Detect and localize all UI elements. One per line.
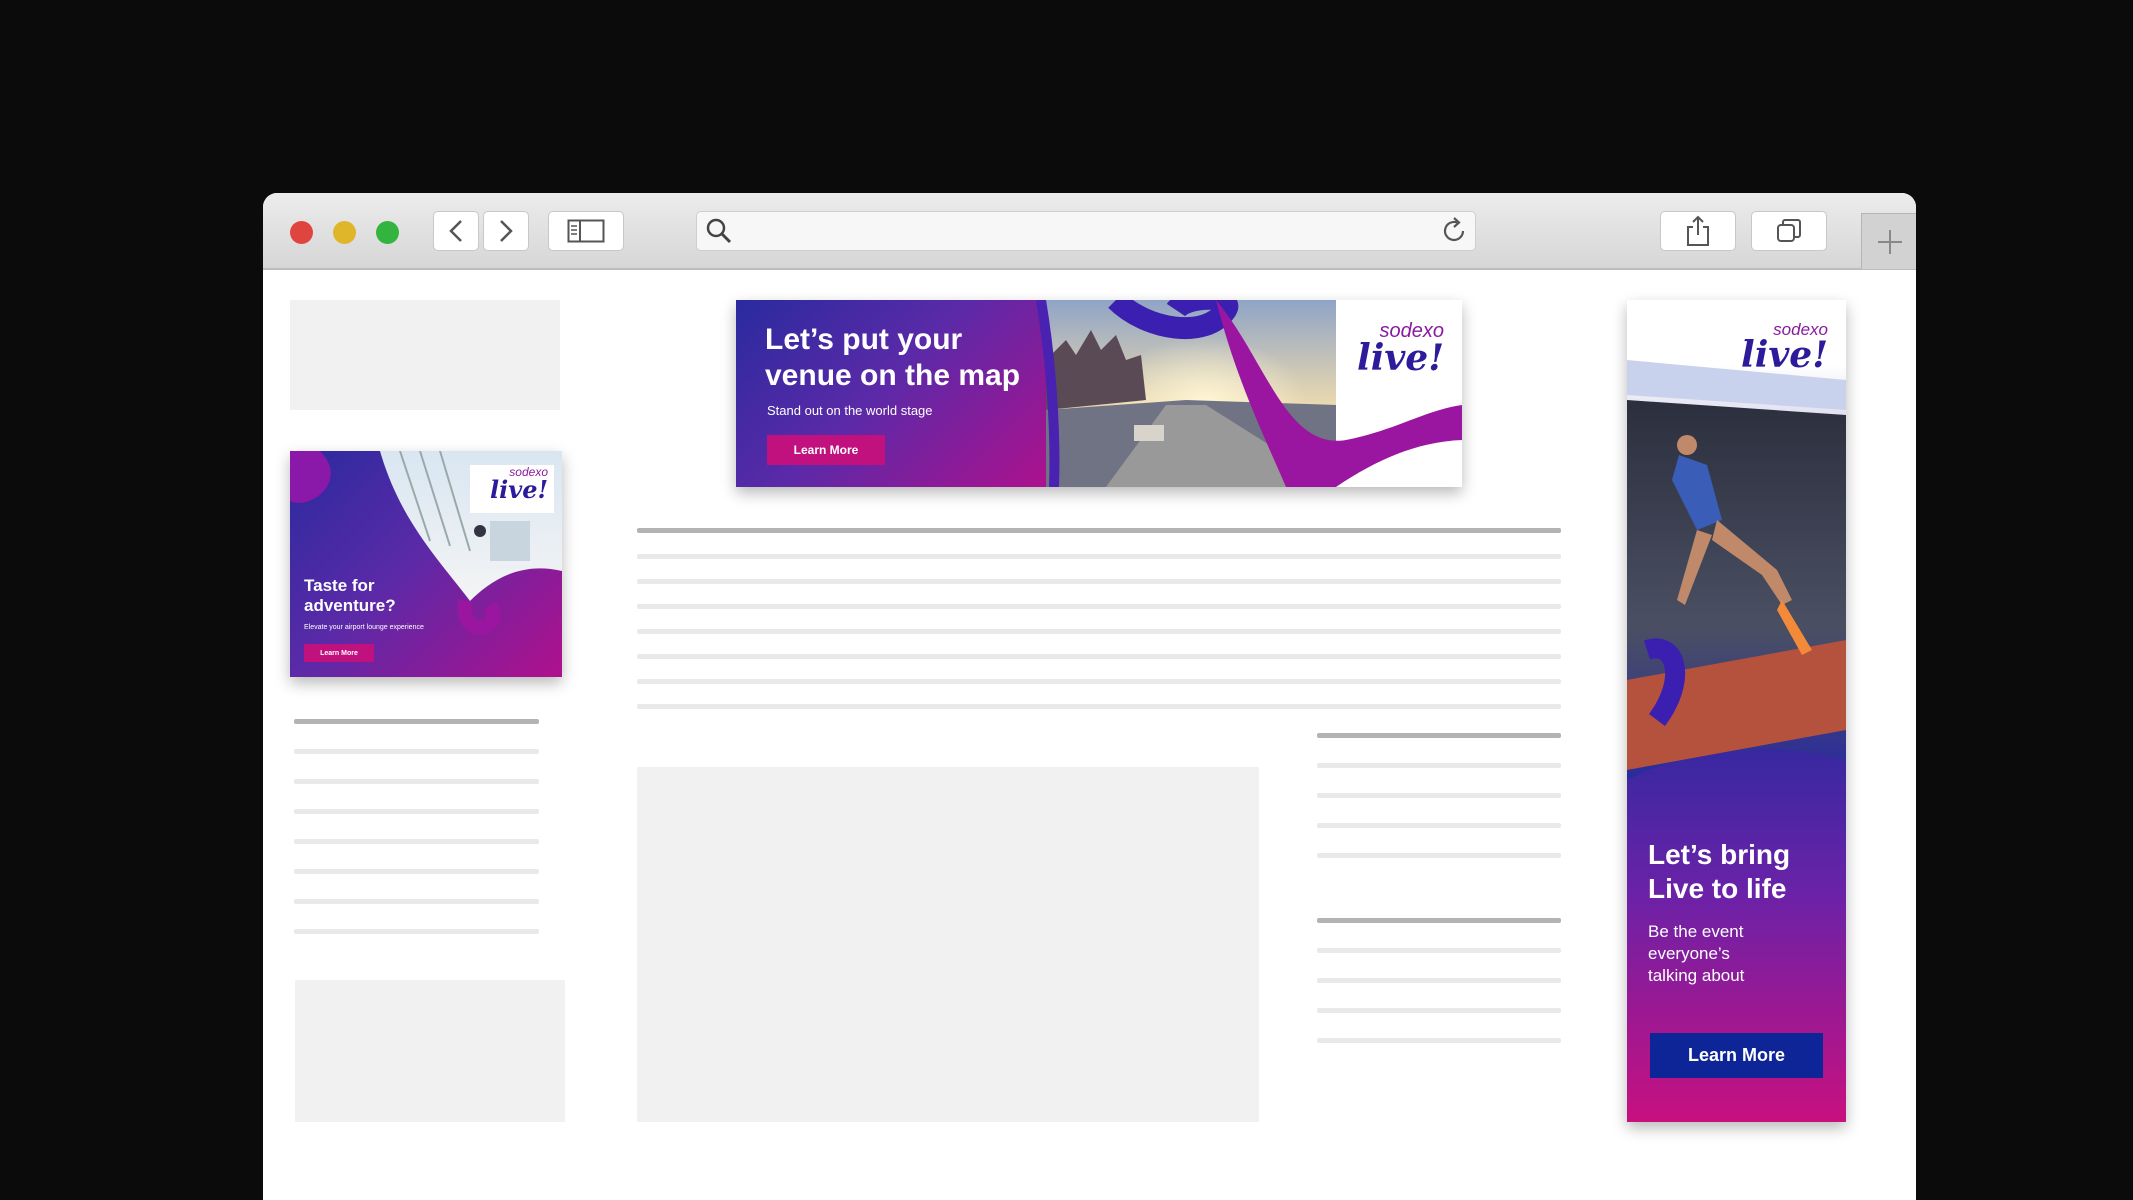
placeholder-heading-line (637, 528, 1561, 533)
share-button[interactable] (1660, 211, 1736, 251)
banner-subtext: Stand out on the world stage (767, 403, 933, 418)
placeholder-text-line (1317, 793, 1561, 798)
sodexo-live-logo: sodexo live! (1741, 320, 1828, 376)
browser-window: sodexo live! Let’s put your venue on the… (263, 193, 1916, 1200)
address-bar[interactable] (696, 211, 1476, 251)
skyscraper-headline: Let’s bring Live to life (1648, 839, 1791, 904)
placeholder-block (295, 980, 565, 1122)
placeholder-text-line (294, 899, 539, 904)
banner-headline: Let’s put your venue on the map (765, 323, 1021, 392)
sidebar-button[interactable] (548, 211, 624, 251)
back-icon (449, 220, 462, 242)
reload-icon[interactable] (1439, 216, 1469, 246)
banner-ad[interactable]: sodexo live! Let’s put your venue on the… (736, 300, 1462, 487)
placeholder-text-line (1317, 763, 1561, 768)
placeholder-text-line (1317, 948, 1561, 953)
sidebar-icon (567, 219, 605, 243)
sodexo-live-logo: sodexo live! (490, 465, 548, 504)
placeholder-text-line (294, 809, 539, 814)
skyscraper-ad[interactable]: sodexo live! Let’s bring Live to life Be… (1627, 300, 1846, 1122)
skyscraper-learn-more-button[interactable]: Learn More (1650, 1033, 1823, 1078)
sodexo-live-logo: sodexo live! (1357, 320, 1444, 379)
browser-toolbar (263, 193, 1916, 270)
minimize-button[interactable] (333, 221, 356, 244)
placeholder-text-line (294, 779, 539, 784)
placeholder-text-line (637, 579, 1561, 584)
placeholder-text-line (1317, 1008, 1561, 1013)
placeholder-text-line (294, 869, 539, 874)
placeholder-text-line (637, 604, 1561, 609)
forward-button[interactable] (483, 211, 529, 251)
placeholder-text-line (294, 839, 539, 844)
placeholder-text-line (294, 929, 539, 934)
placeholder-heading-line (294, 719, 539, 724)
placeholder-text-line (1317, 978, 1561, 983)
square-learn-more-button[interactable]: Learn More (304, 644, 374, 662)
placeholder-text-line (1317, 823, 1561, 828)
placeholder-block (290, 300, 560, 410)
skyscraper-subtext: Be the event everyone’s talking about (1648, 922, 1745, 985)
forward-icon (500, 220, 513, 242)
placeholder-text-line (637, 654, 1561, 659)
banner-learn-more-button[interactable]: Learn More (767, 435, 885, 465)
placeholder-text-line (637, 679, 1561, 684)
new-tab-icon (1877, 229, 1902, 254)
square-headline: Taste for adventure? (304, 576, 396, 615)
new-tab-button[interactable] (1861, 213, 1916, 269)
placeholder-image (637, 767, 1259, 1122)
back-button[interactable] (433, 211, 479, 251)
placeholder-text-line (1317, 1038, 1561, 1043)
placeholder-text-line (637, 554, 1561, 559)
placeholder-text-line (294, 749, 539, 754)
tabs-icon (1777, 219, 1801, 242)
placeholder-text-line (637, 629, 1561, 634)
search-icon (706, 218, 732, 244)
maximize-button[interactable] (376, 221, 399, 244)
placeholder-text-line (1317, 853, 1561, 858)
placeholder-heading-line (1317, 918, 1561, 923)
placeholder-text-line (637, 704, 1561, 709)
share-icon (1687, 215, 1709, 246)
square-ad[interactable]: sodexo live! Taste for adventure? Elevat… (290, 451, 562, 677)
close-button[interactable] (290, 221, 313, 244)
placeholder-heading-line (1317, 733, 1561, 738)
tabs-overview-button[interactable] (1751, 211, 1827, 251)
square-subtext: Elevate your airport lounge experience (304, 624, 424, 631)
